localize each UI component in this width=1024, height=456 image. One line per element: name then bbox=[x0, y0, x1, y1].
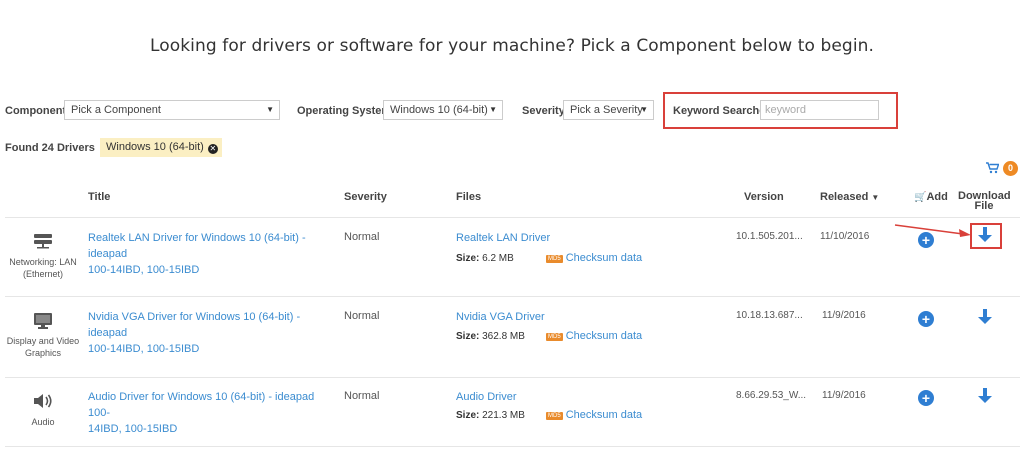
row-category: Networking: LAN (Ethernet) bbox=[5, 256, 81, 280]
checksum-link[interactable]: MD5 Checksum data bbox=[546, 330, 642, 342]
col-files[interactable]: Files bbox=[456, 191, 481, 203]
driver-title-line2: 100-14IBD, 100-15IBD bbox=[88, 343, 200, 355]
col-add-label: Add bbox=[926, 191, 948, 203]
size-value: 221.3 MB bbox=[482, 410, 525, 421]
row-category-line1: Networking: LAN bbox=[9, 257, 77, 267]
row-category-line1: Display and Video bbox=[6, 336, 80, 346]
driver-title-link[interactable]: Audio Driver for Windows 10 (64-bit) - i… bbox=[88, 389, 338, 437]
add-to-cart-button[interactable]: + bbox=[918, 311, 934, 327]
col-severity[interactable]: Severity bbox=[344, 191, 387, 203]
cart-icon: 🛒 bbox=[914, 192, 927, 203]
size-label: Size: bbox=[456, 253, 480, 264]
col-version[interactable]: Version bbox=[744, 191, 784, 203]
download-button[interactable] bbox=[978, 309, 992, 330]
os-filter-chip[interactable]: Windows 10 (64-bit) ✕ bbox=[100, 138, 222, 157]
close-icon[interactable]: ✕ bbox=[207, 144, 218, 154]
severity-value: Normal bbox=[344, 390, 380, 402]
keyword-input[interactable] bbox=[760, 100, 879, 120]
row-category: Audio bbox=[5, 416, 81, 428]
col-download-line2: File bbox=[974, 200, 994, 212]
file-size: Size: 362.8 MB bbox=[456, 331, 525, 342]
version-value: 8.66.29.53_W... bbox=[736, 390, 807, 401]
row-divider bbox=[5, 446, 1020, 447]
os-label: Operating System bbox=[297, 105, 392, 117]
driver-title-link[interactable]: Nvidia VGA Driver for Windows 10 (64-bit… bbox=[88, 309, 338, 357]
col-released[interactable]: Released ▼ bbox=[820, 191, 879, 203]
download-button[interactable] bbox=[978, 227, 992, 248]
row-category-line2: Graphics bbox=[24, 348, 61, 358]
sort-desc-icon: ▼ bbox=[871, 193, 880, 202]
chevron-down-icon: ▼ bbox=[640, 105, 648, 114]
cart-icon[interactable] bbox=[986, 162, 1000, 177]
col-released-label: Released bbox=[820, 191, 869, 203]
file-size: Size: 221.3 MB bbox=[456, 410, 525, 421]
released-value: 11/9/2016 bbox=[822, 390, 866, 401]
file-link[interactable]: Audio Driver bbox=[456, 391, 517, 403]
table-row: Networking: LAN (Ethernet) Realtek LAN D… bbox=[0, 218, 1024, 296]
download-arrow-icon bbox=[978, 227, 992, 242]
size-label: Size: bbox=[456, 410, 480, 421]
monitor-icon bbox=[33, 312, 53, 335]
md5-icon: MD5 bbox=[546, 412, 563, 420]
driver-title-link[interactable]: Realtek LAN Driver for Windows 10 (64-bi… bbox=[88, 230, 338, 278]
file-link[interactable]: Nvidia VGA Driver bbox=[456, 311, 545, 323]
severity-select-value: Pick a Severity bbox=[570, 104, 643, 116]
results-count-text: Found 24 Drivers bbox=[5, 142, 95, 154]
severity-select[interactable]: Pick a Severity ▼ bbox=[563, 100, 654, 120]
driver-title-line1: Realtek LAN Driver for Windows 10 (64-bi… bbox=[88, 232, 306, 260]
row-category: Display and Video Graphics bbox=[3, 335, 83, 359]
row-category-line1: Audio bbox=[31, 417, 55, 427]
chevron-down-icon: ▼ bbox=[266, 105, 274, 114]
page-heading: Looking for drivers or software for your… bbox=[149, 36, 875, 56]
size-value: 362.8 MB bbox=[482, 331, 525, 342]
col-title[interactable]: Title bbox=[88, 191, 110, 203]
md5-icon: MD5 bbox=[546, 333, 563, 341]
chevron-down-icon: ▼ bbox=[489, 105, 497, 114]
os-filter-chip-label: Windows 10 (64-bit) bbox=[106, 141, 204, 153]
version-value: 10.1.505.201... bbox=[736, 231, 803, 242]
checksum-link[interactable]: MD5 Checksum data bbox=[546, 409, 642, 421]
driver-title-line2: 100-14IBD, 100-15IBD bbox=[88, 264, 200, 276]
driver-title-line1: Nvidia VGA Driver for Windows 10 (64-bit… bbox=[88, 311, 301, 339]
md5-icon: MD5 bbox=[546, 255, 563, 263]
released-value: 11/10/2016 bbox=[820, 231, 870, 242]
driver-title-line1: Audio Driver for Windows 10 (64-bit) - i… bbox=[88, 391, 315, 419]
driver-title-line2: 14IBD, 100-15IBD bbox=[88, 423, 178, 435]
pointer-arrow-icon bbox=[894, 224, 971, 237]
cart-count-badge: 0 bbox=[1003, 161, 1018, 176]
network-icon bbox=[33, 233, 53, 254]
keyword-label: Keyword Searches bbox=[673, 105, 772, 117]
component-select[interactable]: Pick a Component ▼ bbox=[64, 100, 280, 120]
severity-label: Severity bbox=[522, 105, 565, 117]
checksum-link[interactable]: MD5 Checksum data bbox=[546, 252, 642, 264]
file-size: Size: 6.2 MB bbox=[456, 253, 514, 264]
checksum-label: Checksum data bbox=[565, 252, 643, 264]
released-value: 11/9/2016 bbox=[822, 310, 866, 321]
os-select[interactable]: Windows 10 (64-bit) ▼ bbox=[383, 100, 503, 120]
col-download: Download File bbox=[958, 191, 1011, 212]
severity-value: Normal bbox=[344, 310, 380, 322]
table-row: Display and Video Graphics Nvidia VGA Dr… bbox=[0, 297, 1024, 377]
download-arrow-icon bbox=[978, 388, 992, 403]
component-label: Component bbox=[5, 105, 67, 117]
add-to-cart-button[interactable]: + bbox=[918, 390, 934, 406]
size-label: Size: bbox=[456, 331, 480, 342]
severity-value: Normal bbox=[344, 231, 380, 243]
version-value: 10.18.13.687... bbox=[736, 310, 803, 321]
checksum-label: Checksum data bbox=[565, 409, 643, 421]
results-count: Found 24 Drivers in bbox=[5, 142, 112, 154]
table-row: Audio Audio Driver for Windows 10 (64-bi… bbox=[0, 378, 1024, 456]
checksum-label: Checksum data bbox=[565, 330, 643, 342]
size-value: 6.2 MB bbox=[482, 253, 514, 264]
file-link[interactable]: Realtek LAN Driver bbox=[456, 232, 550, 244]
col-add: 🛒Add bbox=[914, 191, 948, 203]
speaker-icon bbox=[33, 392, 53, 415]
os-select-value: Windows 10 (64-bit) bbox=[390, 104, 488, 116]
component-select-value: Pick a Component bbox=[71, 104, 161, 116]
row-category-line2: (Ethernet) bbox=[22, 269, 64, 279]
download-arrow-icon bbox=[978, 309, 992, 324]
download-button[interactable] bbox=[978, 388, 992, 409]
